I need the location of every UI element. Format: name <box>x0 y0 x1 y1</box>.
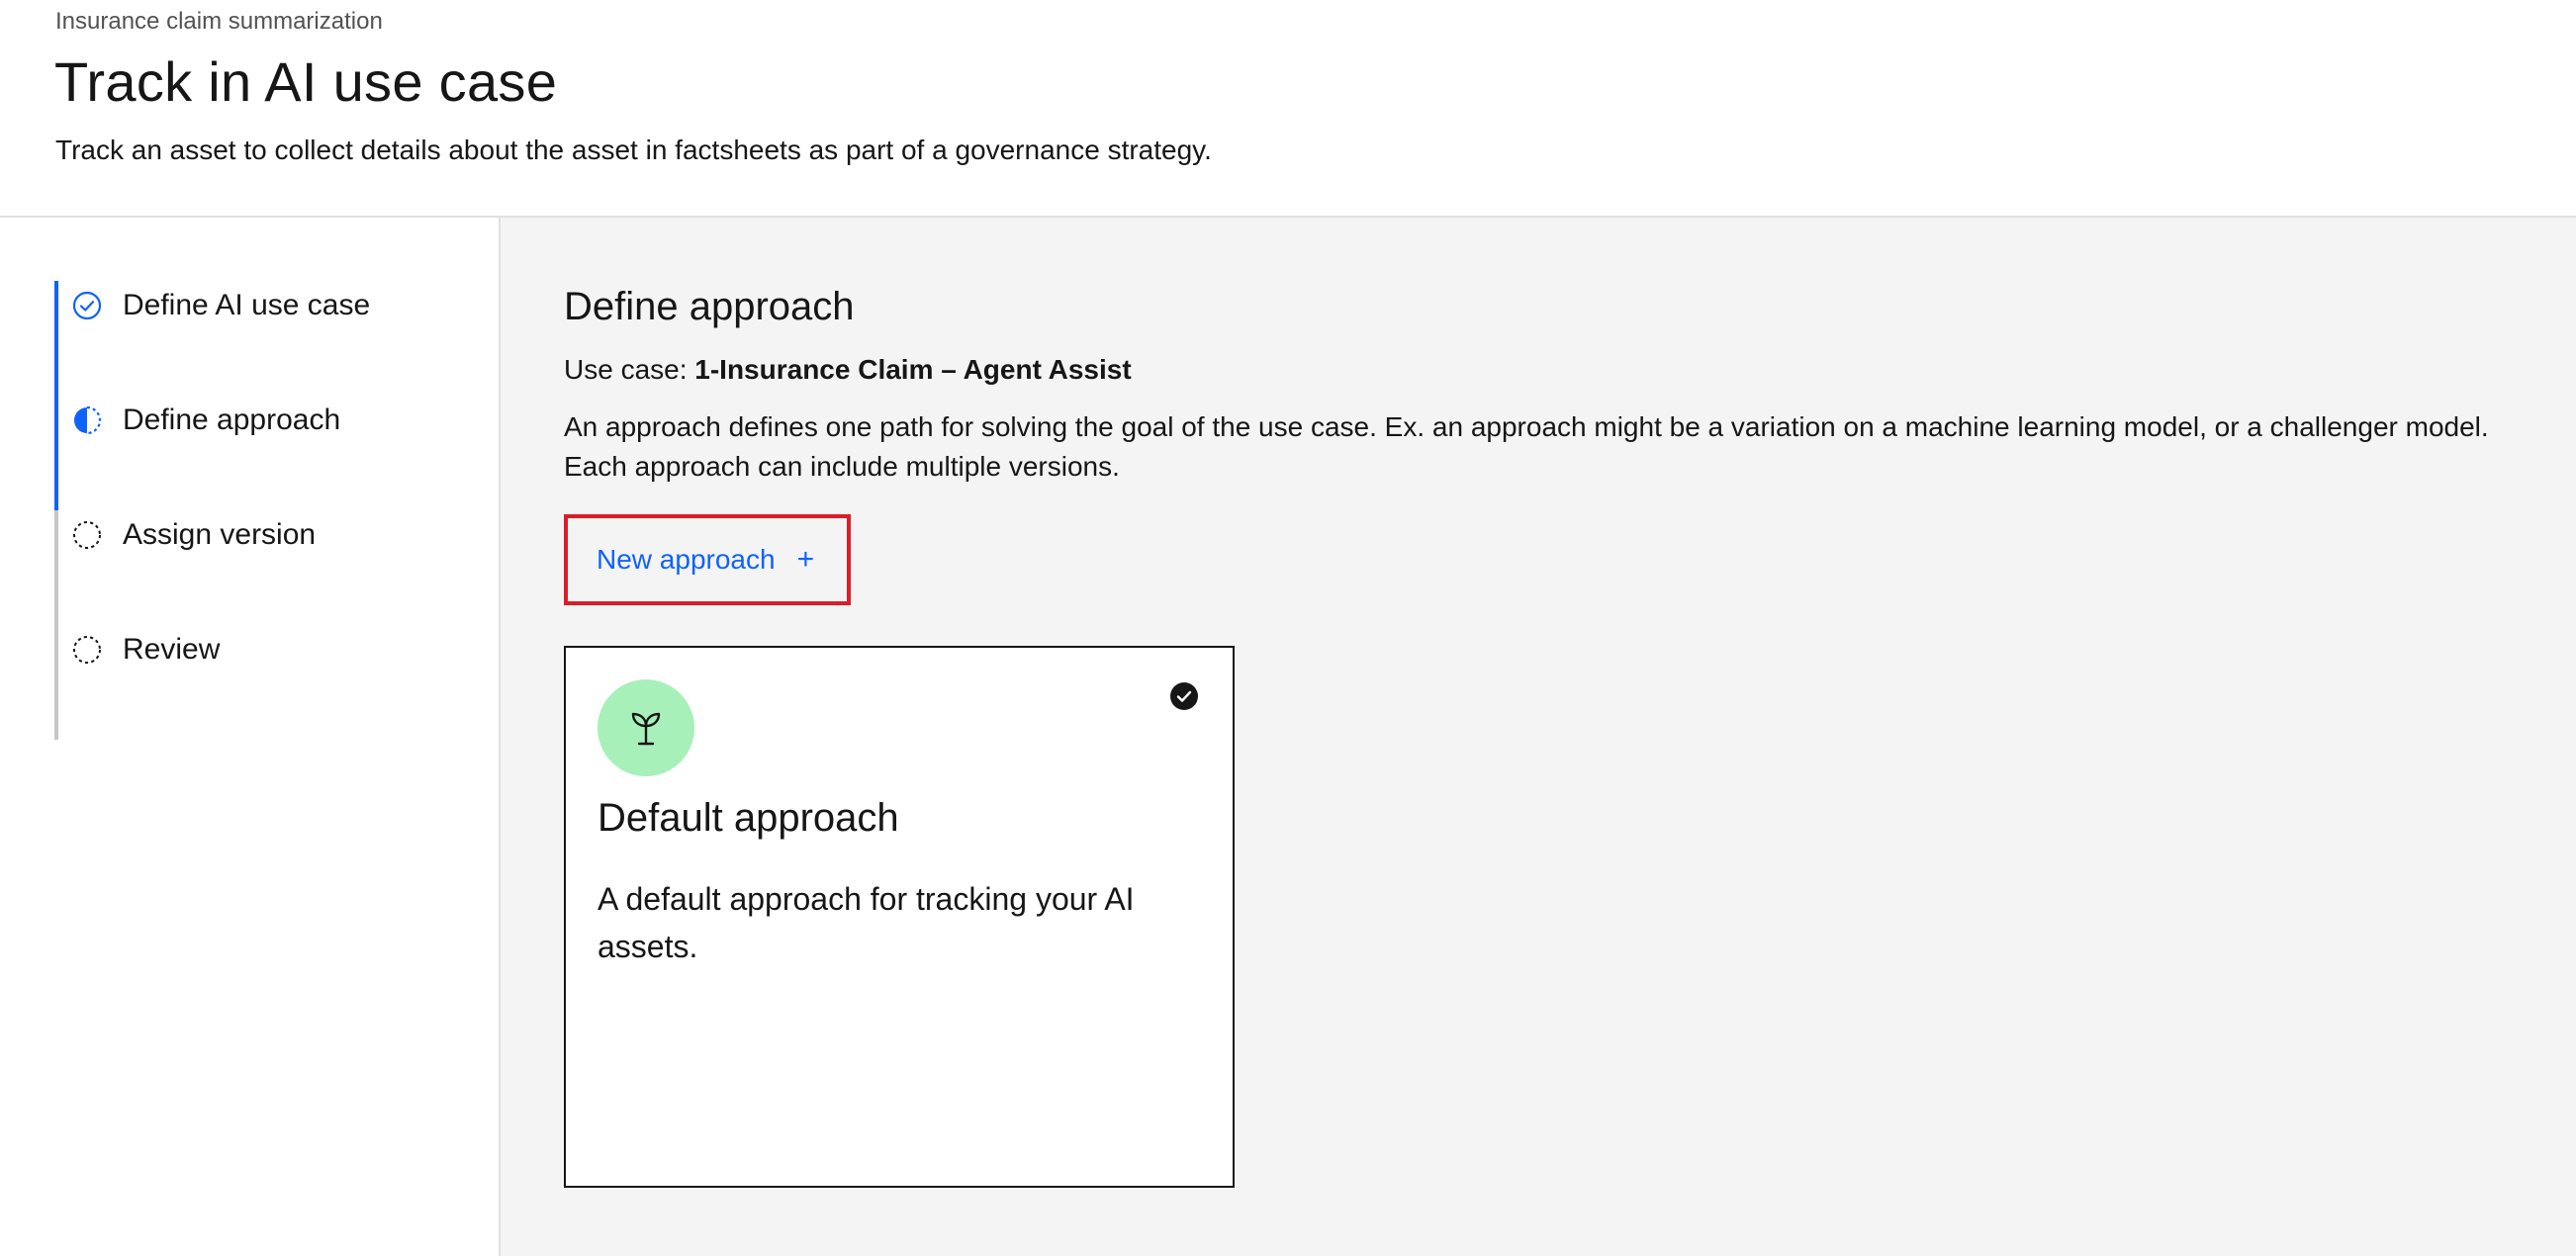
step-label: Define approach <box>123 404 341 436</box>
use-case-value: 1-Insurance Claim – Agent Assist <box>694 354 1132 385</box>
new-approach-label: New approach <box>597 544 776 575</box>
use-case-line: Use case: 1-Insurance Claim – Agent Assi… <box>564 354 1132 386</box>
use-case-label: Use case: <box>564 354 688 385</box>
section-title: Define approach <box>564 285 855 328</box>
breadcrumb[interactable]: Insurance claim summarization <box>55 8 383 36</box>
description-line: An approach defines one path for solving… <box>564 411 2489 442</box>
step-assign-version[interactable]: Assign version <box>71 510 316 560</box>
plus-icon: + <box>796 543 815 576</box>
step-define-ai-use-case[interactable]: Define AI use case <box>71 281 370 330</box>
approach-description: An approach defines one path for solving… <box>564 407 2552 487</box>
page-title: Track in AI use case <box>54 50 558 113</box>
step-label: Review <box>123 633 221 666</box>
progress-fill <box>54 281 58 510</box>
dashed-circle-icon <box>71 519 103 551</box>
step-label: Define AI use case <box>123 289 371 321</box>
dashed-circle-icon <box>71 634 103 666</box>
main-content: Define approach Use case: 1-Insurance Cl… <box>501 218 2576 1256</box>
checkmark-circle-icon <box>71 290 103 321</box>
description-line: Each approach can include multiple versi… <box>564 451 1120 482</box>
card-description: A default approach for tracking your AI … <box>598 881 1135 964</box>
progress-sidebar: Define AI use case Define approach Assig… <box>0 218 501 1256</box>
new-approach-button[interactable]: New approach + <box>564 514 851 605</box>
sprout-icon <box>598 679 694 776</box>
default-approach-card[interactable]: Default approach A default approach for … <box>564 646 1235 1188</box>
step-label: Assign version <box>123 518 317 551</box>
card-title: Default approach <box>598 796 899 840</box>
half-circle-icon <box>71 404 103 436</box>
page-subtitle: Track an asset to collect details about … <box>55 135 1212 165</box>
checkmark-filled-icon <box>1169 681 1199 711</box>
step-define-approach[interactable]: Define approach <box>71 396 340 445</box>
progress-track <box>54 281 58 740</box>
page-header: Insurance claim summarization Track in A… <box>0 0 2576 218</box>
step-review[interactable]: Review <box>71 625 220 674</box>
